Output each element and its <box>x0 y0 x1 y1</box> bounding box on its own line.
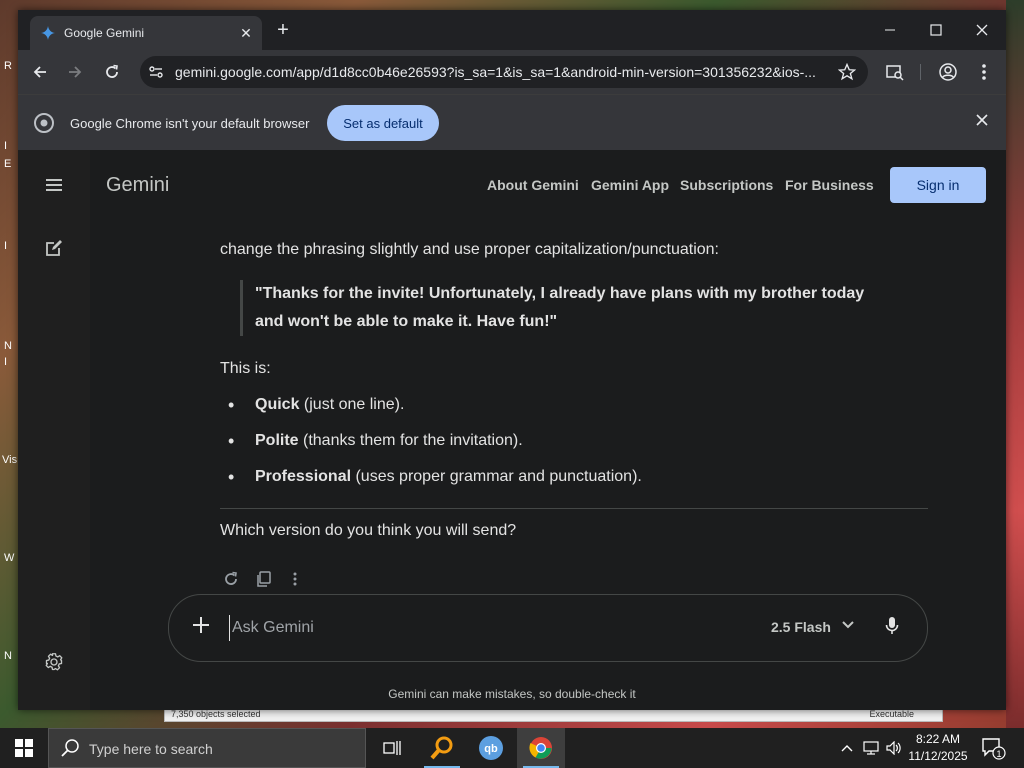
response-divider <box>220 508 928 509</box>
quote-line: and won't be able to make it. Have fun!" <box>255 313 558 330</box>
bookmark-star-icon[interactable] <box>837 62 857 86</box>
infobar-message: Google Chrome isn't your default browser <box>70 116 310 131</box>
desktop-icons-left: R I E I N I Vis W N <box>0 40 18 730</box>
nav-gemini-app[interactable]: Gemini App <box>591 177 669 193</box>
chevron-down-icon[interactable] <box>841 617 855 636</box>
profile-icon[interactable] <box>937 61 959 83</box>
svg-text:1: 1 <box>996 749 1001 759</box>
desktop-icon-label[interactable]: R <box>4 60 14 72</box>
response-paragraph: This is: <box>220 360 271 377</box>
more-options-icon[interactable] <box>284 568 306 590</box>
gemini-sparkle-icon <box>40 25 56 41</box>
nav-for-business[interactable]: For Business <box>785 177 874 193</box>
search-placeholder: Type here to search <box>89 741 213 757</box>
close-window-button[interactable] <box>962 18 1002 42</box>
desktop-icon-label[interactable]: I <box>4 356 14 368</box>
file-type: Executable <box>869 709 914 719</box>
sign-in-button[interactable]: Sign in <box>890 167 986 203</box>
side-rail <box>18 150 90 710</box>
response-actions <box>220 568 306 590</box>
new-tab-button[interactable]: + <box>272 20 294 42</box>
svg-text:qb: qb <box>484 743 498 755</box>
site-info-icon[interactable] <box>148 64 164 85</box>
desktop-icon-label[interactable]: N <box>4 650 14 662</box>
magnifier-app-icon <box>430 736 453 760</box>
close-infobar-icon[interactable] <box>976 113 988 131</box>
regenerate-icon[interactable] <box>220 568 242 590</box>
chrome-logo-icon <box>34 113 54 138</box>
copy-icon[interactable] <box>252 568 274 590</box>
response-blockquote: "Thanks for the invite! Unfortunately, I… <box>240 280 915 336</box>
taskbar-app-search-tool[interactable] <box>418 728 466 768</box>
notification-center-icon[interactable]: 1 <box>980 736 1006 760</box>
desktop-icon-label[interactable]: I <box>4 140 14 152</box>
browser-toolbar: gemini.google.com/app/d1d8cc0b46e26593?i… <box>18 50 1006 94</box>
taskbar-clock[interactable]: 8:22 AM 11/12/2025 <box>904 731 972 765</box>
desktop-icon-label[interactable]: E <box>4 158 14 170</box>
quote-line: "Thanks for the invite! Unfortunately, I… <box>255 285 865 302</box>
list-item: Professional (uses proper grammar and pu… <box>220 468 642 504</box>
address-bar[interactable]: gemini.google.com/app/d1d8cc0b46e26593?i… <box>140 56 868 88</box>
desktop-icon-label[interactable]: I <box>4 240 14 252</box>
prompt-input[interactable] <box>229 615 714 641</box>
tab-gemini[interactable]: Google Gemini ✕ <box>30 16 262 50</box>
disclaimer-text: Gemini can make mistakes, so double-chec… <box>388 687 636 701</box>
default-browser-infobar: Google Chrome isn't your default browser… <box>18 94 1006 151</box>
set-as-default-button[interactable]: Set as default <box>327 105 439 141</box>
add-attachment-icon[interactable] <box>191 615 211 640</box>
list-item: Polite (thanks them for the invitation). <box>220 432 642 468</box>
response-bullet-list: Quick (just one line). Polite (thanks th… <box>220 396 642 504</box>
nav-about-gemini[interactable]: About Gemini <box>487 177 579 193</box>
lens-search-icon[interactable] <box>884 61 906 83</box>
tab-title: Google Gemini <box>64 26 145 40</box>
minimize-button[interactable] <box>870 18 910 42</box>
back-button[interactable] <box>29 61 51 83</box>
clock-date: 11/12/2025 <box>908 749 968 763</box>
chrome-window: Google Gemini ✕ + gemini.google.com/app/… <box>18 10 1006 710</box>
windows-logo-icon <box>15 739 33 757</box>
volume-icon[interactable] <box>885 740 903 756</box>
search-icon <box>61 739 79 762</box>
toolbar-divider <box>920 64 921 80</box>
nav-subscriptions[interactable]: Subscriptions <box>680 177 773 193</box>
reload-button[interactable] <box>101 61 123 83</box>
desktop-wallpaper-edge <box>1006 0 1024 730</box>
menu-kebab-icon[interactable] <box>973 61 995 83</box>
qbittorrent-icon: qb <box>479 736 503 760</box>
start-button[interactable] <box>0 728 48 768</box>
microphone-icon[interactable] <box>885 616 899 641</box>
chrome-icon <box>529 737 552 759</box>
taskbar-app-qbittorrent[interactable]: qb <box>467 728 515 768</box>
list-item: Quick (just one line). <box>220 396 642 432</box>
clock-time: 8:22 AM <box>915 732 961 746</box>
windows-taskbar: Type here to search qb 8:22 AM 11/12/202… <box>0 728 1024 768</box>
close-tab-icon[interactable]: ✕ <box>236 25 256 42</box>
settings-gear-icon[interactable] <box>43 651 65 673</box>
forward-button[interactable] <box>64 61 86 83</box>
selection-count: 7,350 objects selected <box>171 709 261 719</box>
file-explorer-status-bar: 7,350 objects selected Executable <box>164 708 943 722</box>
desktop-icon-label[interactable]: W <box>4 552 14 564</box>
gemini-page: Gemini About Gemini Gemini App Subscript… <box>18 150 1006 710</box>
tab-strip: Google Gemini ✕ + <box>18 10 1006 50</box>
response-question: Which version do you think you will send… <box>220 522 517 539</box>
task-view-button[interactable] <box>368 728 416 768</box>
model-selector-label[interactable]: 2.5 Flash <box>771 619 831 635</box>
desktop-icon-label[interactable]: Vis <box>2 454 17 466</box>
maximize-button[interactable] <box>916 18 956 42</box>
new-chat-icon[interactable] <box>43 237 65 259</box>
desktop-icon-label[interactable]: N <box>4 340 14 352</box>
taskbar-search-box[interactable]: Type here to search <box>48 728 366 768</box>
show-hidden-icons-chevron-icon[interactable] <box>838 740 856 756</box>
gemini-logo-text[interactable]: Gemini <box>106 174 169 197</box>
network-icon[interactable] <box>862 740 880 756</box>
hamburger-menu-icon[interactable] <box>43 174 65 196</box>
url-text[interactable]: gemini.google.com/app/d1d8cc0b46e26593?i… <box>175 64 825 80</box>
taskbar-app-chrome[interactable] <box>517 728 565 768</box>
prompt-input-box: 2.5 Flash <box>168 594 928 662</box>
response-paragraph: change the phrasing slightly and use pro… <box>220 241 719 258</box>
